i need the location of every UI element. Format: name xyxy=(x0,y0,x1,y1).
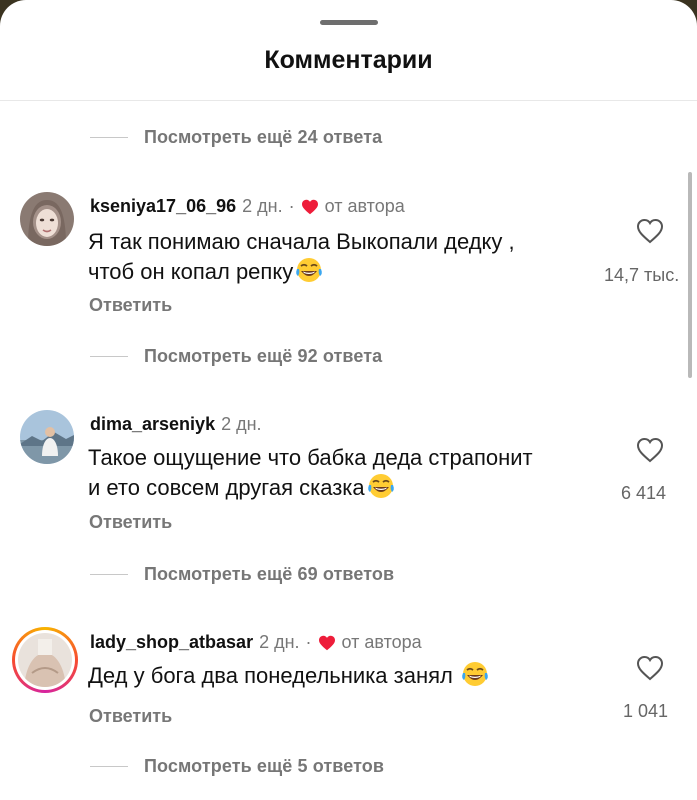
author-liked-label: от автора xyxy=(324,196,405,216)
comment-text: Такое ощущение что бабка деда страпонит … xyxy=(88,443,598,507)
avatar xyxy=(18,633,72,687)
reply-button[interactable]: Ответить xyxy=(89,706,172,727)
comment-meta: dima_arseniyk 2 дн. xyxy=(90,414,262,435)
like-count: 14,7 тыс. xyxy=(604,265,680,285)
avatar[interactable] xyxy=(20,192,74,246)
view-more-replies-button[interactable]: Посмотреть ещё 24 ответа xyxy=(90,125,382,149)
comment-text-line: и ето совсем другая сказка xyxy=(88,475,365,500)
drag-handle[interactable] xyxy=(320,20,378,25)
like-count: 1 041 xyxy=(623,701,669,721)
view-more-replies-label: Посмотреть ещё 92 ответа xyxy=(144,345,383,366)
scrollbar[interactable] xyxy=(688,172,692,378)
comment-text-line-2: и ето совсем другая сказка xyxy=(88,473,598,507)
username[interactable]: lady_shop_atbasar xyxy=(90,632,253,653)
separator: · xyxy=(288,196,295,216)
comment-text-line: Дед у бога два понедельника занял xyxy=(88,663,453,688)
page-title: Комментарии xyxy=(264,46,433,74)
replies-line xyxy=(90,355,128,357)
comment-text-line: Я так понимаю сначала Выкопали дедку , xyxy=(88,229,515,254)
view-more-replies-label: Посмотреть ещё 24 ответа xyxy=(144,126,383,147)
like-count: 6 414 xyxy=(621,483,667,503)
heart-outline-icon[interactable] xyxy=(636,218,664,244)
heart-filled-icon xyxy=(301,199,318,214)
avatar-story-ring[interactable] xyxy=(12,627,78,693)
header-divider xyxy=(0,100,697,101)
separator: · xyxy=(305,632,312,652)
reply-button[interactable]: Ответить xyxy=(89,295,172,316)
timestamp: 2 дн. xyxy=(221,414,262,434)
view-more-replies-button[interactable]: Посмотреть ещё 69 ответов xyxy=(90,562,394,586)
reply-button[interactable]: Ответить xyxy=(89,512,172,533)
heart-filled-icon xyxy=(318,635,335,650)
comment-text-line: чтоб он копал репку xyxy=(88,259,294,284)
comment-text-line: Такое ощущение что бабка деда страпонит xyxy=(88,445,533,470)
heart-outline-icon[interactable] xyxy=(636,655,664,681)
heart-outline-icon[interactable] xyxy=(636,437,664,463)
comment-text-line-1: Дед у бога два понедельника занял xyxy=(88,661,598,695)
replies-line xyxy=(90,765,128,767)
avatar[interactable] xyxy=(20,410,74,464)
author-liked-label: от автора xyxy=(341,632,422,652)
view-more-replies-button[interactable]: Посмотреть ещё 5 ответов xyxy=(90,754,384,778)
comment-text: Дед у бога два понедельника занял xyxy=(88,661,598,695)
comments-sheet: Комментарии Посмотреть ещё 24 ответа kse… xyxy=(0,0,697,800)
comment-text-line-2: чтоб он копал репку xyxy=(88,257,598,291)
username[interactable]: kseniya17_06_96 xyxy=(90,196,236,217)
comment-meta: lady_shop_atbasar 2 дн. · от автора xyxy=(90,632,422,653)
username[interactable]: dima_arseniyk xyxy=(90,414,215,435)
comment-meta: kseniya17_06_96 2 дн. · от автора xyxy=(90,196,405,217)
timestamp: 2 дн. xyxy=(242,196,283,216)
comment-text: Я так понимаю сначала Выкопали дедку , ч… xyxy=(88,227,598,291)
timestamp: 2 дн. xyxy=(259,632,300,652)
laughing-emoji-icon xyxy=(461,661,489,695)
view-more-replies-button[interactable]: Посмотреть ещё 92 ответа xyxy=(90,344,382,368)
replies-line xyxy=(90,573,128,575)
view-more-replies-label: Посмотреть ещё 5 ответов xyxy=(144,755,385,776)
laughing-emoji-icon xyxy=(367,473,395,507)
laughing-emoji-icon xyxy=(295,257,323,291)
view-more-replies-label: Посмотреть ещё 69 ответов xyxy=(144,563,395,584)
replies-line xyxy=(90,136,128,138)
